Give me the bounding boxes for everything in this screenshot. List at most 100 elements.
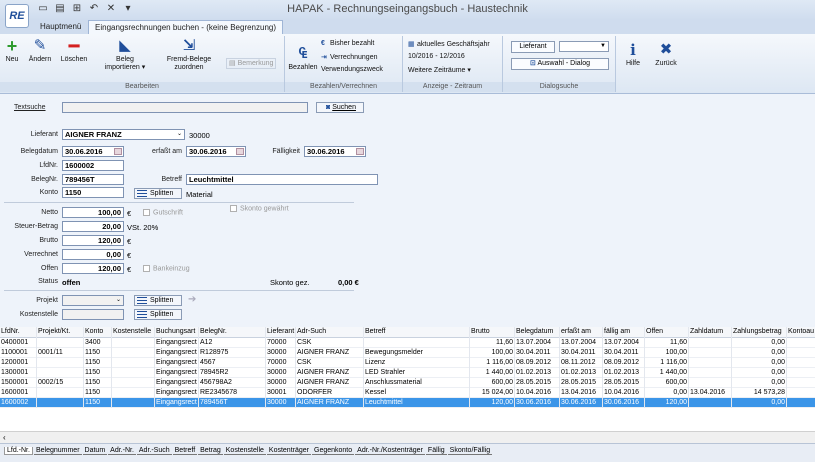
- projekt-splitten-button[interactable]: Splitten: [134, 295, 182, 306]
- column-header[interactable]: Projekt/Kt.: [37, 327, 84, 338]
- horizontal-scrollbar[interactable]: ‹: [0, 431, 815, 443]
- aktuelles-geschaeftsjahr-button[interactable]: ▦ aktuelles Geschäftsjahr: [408, 40, 490, 48]
- calendar-icon[interactable]: [114, 148, 122, 155]
- table-row[interactable]: 1500001 0002/15 1150 Eingangsrect 456798A2 30…: [0, 378, 815, 388]
- column-header[interactable]: erfaßt am: [560, 327, 603, 338]
- kostenstelle-field[interactable]: [62, 309, 124, 320]
- aendern-button[interactable]: ✎ Ändern: [26, 38, 54, 64]
- auswahl-dialog-button[interactable]: ⊡ Auswahl - Dialog: [511, 58, 609, 70]
- sort-tab[interactable]: Adr.-Nr.: [108, 447, 136, 455]
- column-header[interactable]: Belegdatum: [515, 327, 560, 338]
- column-header[interactable]: Adr-Such: [296, 327, 364, 338]
- column-header[interactable]: fällig am: [603, 327, 645, 338]
- betreff-field[interactable]: Leuchtmittel: [186, 174, 378, 185]
- steuer-field[interactable]: 20,00: [62, 221, 124, 232]
- table-cell: 0,00: [732, 378, 787, 388]
- sort-tab[interactable]: Betreff: [172, 447, 198, 455]
- projekt-combo[interactable]: ⌄: [62, 295, 124, 306]
- lieferant-dropdown[interactable]: ▼: [559, 41, 609, 52]
- netto-field[interactable]: 100,00: [62, 207, 124, 218]
- sort-tab[interactable]: Datum: [82, 447, 108, 455]
- bezahlen-button[interactable]: ₠ Bezahlen: [287, 46, 319, 72]
- suchen-button[interactable]: ◙ Suchen: [316, 102, 364, 113]
- kostenstelle-splitten-button[interactable]: Splitten: [134, 309, 182, 320]
- table-cell: [787, 358, 815, 368]
- gutschrift-checkbox[interactable]: Gutschrift: [143, 209, 183, 216]
- bankeinzug-checkbox[interactable]: Bankeinzug: [143, 265, 190, 272]
- column-header[interactable]: Buchungsart: [155, 327, 199, 338]
- verrechnungen-button[interactable]: ⇥ Verrechnungen: [321, 53, 377, 61]
- table-row[interactable]: 1200001 1150 Eingangsrect 4567 70000 CSK Lizen…: [0, 358, 815, 368]
- konto-field[interactable]: 1150: [62, 187, 124, 198]
- sort-tab[interactable]: Adr.-Such: [136, 447, 172, 455]
- table-cell: 70000: [266, 358, 296, 368]
- note-icon: ▤: [229, 60, 236, 67]
- sort-tab[interactable]: Fällig: [425, 447, 447, 455]
- table-cell: 11,60: [645, 338, 689, 348]
- column-header[interactable]: Offen: [645, 327, 689, 338]
- belegdatum-field[interactable]: 30.06.2016: [62, 146, 124, 157]
- skonto-value: 0,00 €: [338, 278, 359, 287]
- zurueck-button[interactable]: ✖ Zurück: [652, 42, 680, 68]
- netto-label: Netto: [41, 209, 58, 216]
- verrechnet-field[interactable]: 0,00: [62, 249, 124, 260]
- table-row[interactable]: 0400001 3400 Eingangsrect A12 70000 CSK 11,60 1…: [0, 338, 815, 348]
- table-row[interactable]: 1600001 1150 Eingangsrect RE2345678 30001 ODÖ…: [0, 388, 815, 398]
- bisher-bezahlt-button[interactable]: € Bisher bezahlt: [321, 40, 374, 47]
- table-cell: 30.06.2016: [603, 398, 645, 408]
- column-header[interactable]: Lieferant: [266, 327, 296, 338]
- lfdnr-field[interactable]: 1600002: [62, 160, 124, 171]
- column-header[interactable]: Brutto: [470, 327, 515, 338]
- table-row[interactable]: 1600002 1150 Eingangsrect 789456T 30000 AIGNE…: [0, 398, 815, 408]
- calendar-icon[interactable]: [236, 148, 244, 155]
- table-cell: 0,00: [732, 338, 787, 348]
- column-header[interactable]: Betreff: [364, 327, 470, 338]
- konto-splitten-button[interactable]: Splitten: [134, 188, 182, 199]
- sort-tab[interactable]: Gegenkonto: [312, 447, 355, 455]
- erfasst-field[interactable]: 30.06.2016: [186, 146, 246, 157]
- faelligkeit-field[interactable]: 30.06.2016: [304, 146, 366, 157]
- column-header[interactable]: LfdNr.: [0, 327, 37, 338]
- brutto-field[interactable]: 120,00: [62, 235, 124, 246]
- tab-eingangsrechnungen[interactable]: Eingangsrechnungen buchen - (keine Begre…: [88, 20, 284, 34]
- lieferant-button[interactable]: Lieferant: [511, 41, 555, 53]
- column-header[interactable]: BelegNr.: [199, 327, 266, 338]
- sort-tab[interactable]: Belegnummer: [33, 447, 82, 455]
- tab-hauptmenue[interactable]: Hauptmenü: [34, 20, 87, 34]
- sort-tab[interactable]: Lfd.-Nr.: [4, 447, 33, 455]
- neu-button[interactable]: + Neu: [4, 37, 20, 64]
- textsuche-label: Textsuche: [14, 104, 46, 111]
- column-header[interactable]: Zahlungsbetrag: [732, 327, 787, 338]
- sort-tab[interactable]: Kostenträger: [266, 447, 311, 455]
- hilfe-button[interactable]: i Hilfe: [622, 42, 644, 68]
- column-header[interactable]: Kontoau: [787, 327, 815, 338]
- skonto-gewaehrt-checkbox[interactable]: Skonto gewährt: [230, 205, 289, 212]
- weitere-zeitraeume-button[interactable]: Weitere Zeiträume ▾: [408, 66, 471, 74]
- table-row[interactable]: 1300001 1150 Eingangsrect 78945R2 30000 AIGNE…: [0, 368, 815, 378]
- zeitraum-button[interactable]: 10/2016 - 12/2016: [408, 53, 465, 60]
- fremd-belege-button[interactable]: ⇲ Fremd-Belege zuordnen: [160, 38, 218, 72]
- lieferant-combo[interactable]: AIGNER FRANZ ⌄: [62, 129, 185, 140]
- belegnr-field[interactable]: 789456T: [62, 174, 124, 185]
- bemerkung-button[interactable]: ▤ Bemerkung: [226, 58, 277, 69]
- column-header[interactable]: Zahldatum: [689, 327, 732, 338]
- sort-tabs: Lfd.-Nr. Belegnummer Datum Adr.-Nr. Adr.-Suc…: [0, 443, 815, 462]
- steuer-text: VSt. 20%: [127, 223, 159, 232]
- sort-tab[interactable]: Kostenstelle: [223, 447, 266, 455]
- textsuche-input[interactable]: [62, 102, 308, 113]
- calendar-icon[interactable]: [356, 148, 364, 155]
- table-cell: [112, 348, 155, 358]
- arrow-left-icon[interactable]: ‹: [3, 433, 6, 442]
- column-header[interactable]: Konto: [84, 327, 112, 338]
- app-logo[interactable]: RE: [5, 4, 29, 28]
- offen-field[interactable]: 120,00: [62, 263, 124, 274]
- sort-tab[interactable]: Adr.-Nr./Kostenträger: [355, 447, 425, 455]
- table-row[interactable]: 1100001 0001/11 1150 Eingangsrect R128975 300…: [0, 348, 815, 358]
- loeschen-button[interactable]: ━ Löschen: [58, 37, 90, 64]
- arrow-right-icon[interactable]: ➔: [188, 294, 196, 305]
- sort-tab[interactable]: Betrag: [198, 447, 223, 455]
- column-header[interactable]: Kostenstelle: [112, 327, 155, 338]
- beleg-importieren-button[interactable]: ◣ Beleg importieren ▾: [102, 38, 148, 72]
- verwendungszweck-button[interactable]: Verwendungszweck: [321, 66, 383, 73]
- sort-tab[interactable]: Skonto/Fällig: [447, 447, 493, 455]
